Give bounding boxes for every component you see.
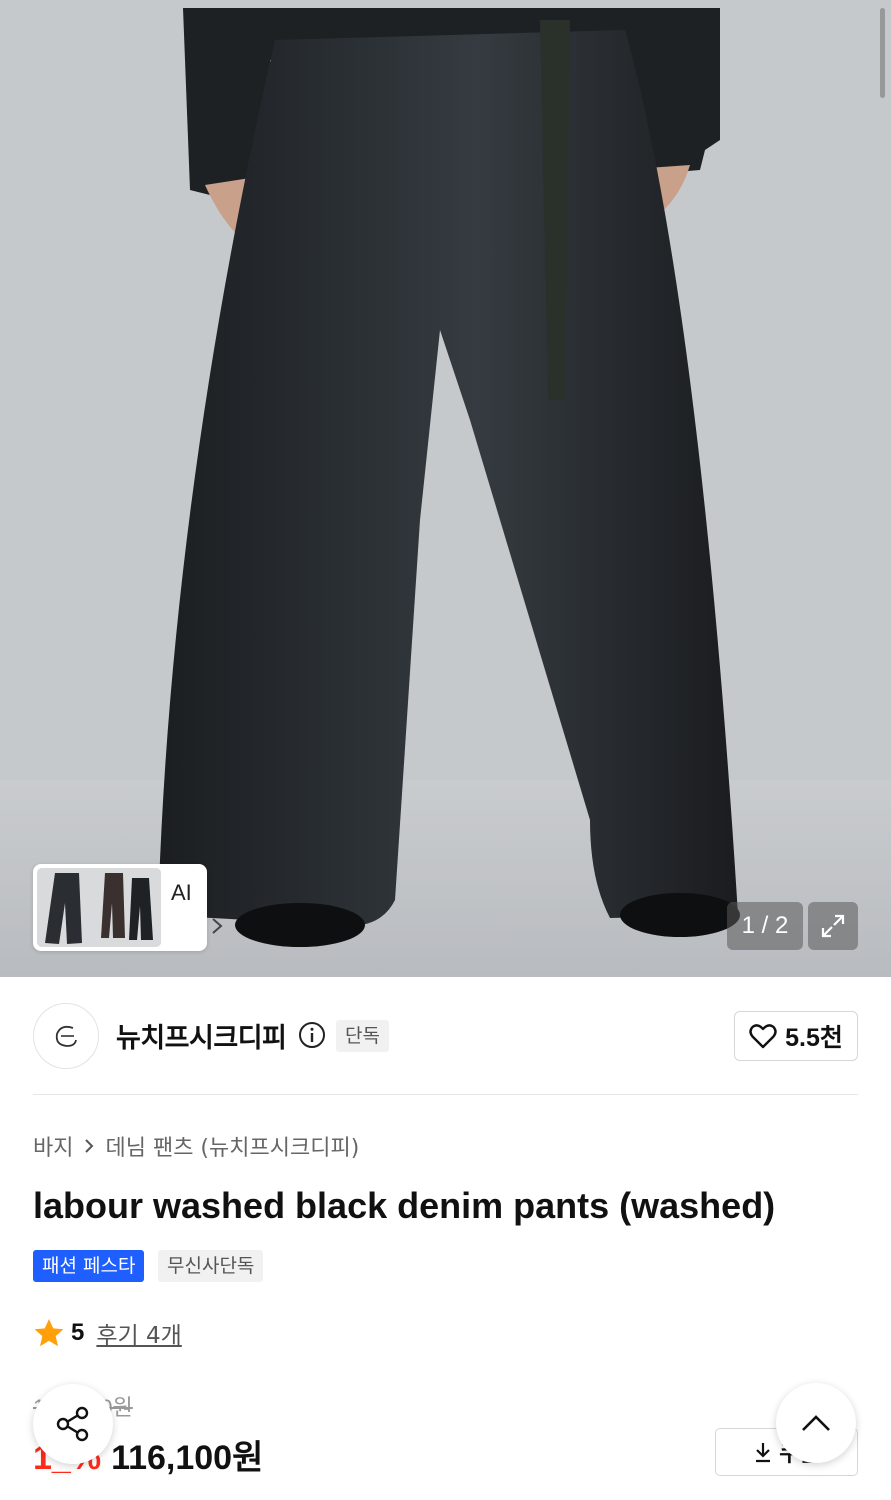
like-count: 5.5천 [785, 1024, 843, 1052]
divider [33, 1094, 858, 1095]
expand-icon [821, 914, 845, 938]
thumbnail-image [37, 868, 161, 947]
chevron-right-icon [85, 1139, 94, 1153]
brand-logo-mark [55, 1025, 77, 1047]
brand-logo[interactable] [33, 1003, 99, 1069]
info-icon[interactable] [298, 1021, 326, 1049]
rating-score: 5 [71, 1319, 85, 1346]
heart-icon [749, 1024, 777, 1049]
share-icon [56, 1406, 89, 1442]
ai-thumbnail-card[interactable]: AI [33, 864, 223, 951]
breadcrumb: 바지 데님 팬츠 (뉴치프시크디피) [33, 1130, 359, 1162]
product-image-gallery[interactable]: AI 1 / 2 [0, 0, 891, 977]
image-counter: 1 / 2 [727, 902, 803, 950]
scroll-to-top-button[interactable] [776, 1383, 856, 1463]
star-icon [34, 1319, 64, 1347]
chevron-up-icon [802, 1415, 830, 1431]
product-title: labour washed black denim pants (washed) [33, 1185, 776, 1226]
tag-musinsa-exclusive: 무신사단독 [158, 1250, 264, 1282]
like-button[interactable]: 5.5천 [734, 1011, 858, 1061]
product-photo [0, 0, 891, 977]
sale-price: 116,100원 [111, 1439, 264, 1477]
brand-name[interactable]: 뉴치프시크디피 [116, 1016, 287, 1055]
chevron-right-icon [212, 918, 223, 934]
download-icon [756, 1443, 771, 1463]
breadcrumb-category[interactable]: 바지 [33, 1130, 73, 1162]
review-count-link[interactable]: 후기 4개 [96, 1316, 181, 1350]
breadcrumb-subcategory[interactable]: 데님 팬츠 (뉴치프시크디피) [105, 1130, 359, 1162]
scroll-indicator [880, 8, 885, 98]
tag-fashion-festa: 패션 페스타 [33, 1250, 145, 1282]
expand-button[interactable] [808, 902, 858, 950]
exclusive-badge: 단독 [336, 1020, 389, 1052]
share-button[interactable] [33, 1384, 113, 1464]
ai-label: AI [171, 880, 192, 905]
rating-summary: 5 후기 4개 [33, 1316, 182, 1350]
